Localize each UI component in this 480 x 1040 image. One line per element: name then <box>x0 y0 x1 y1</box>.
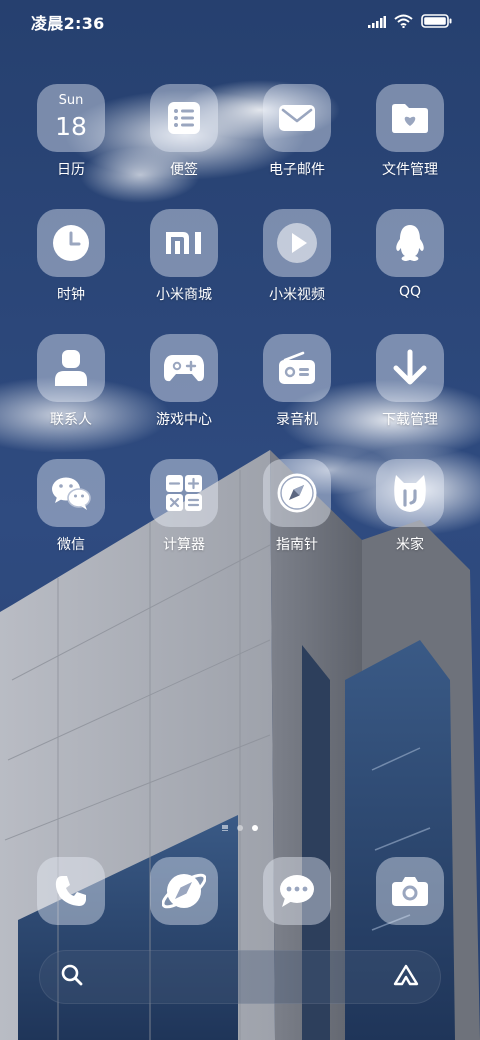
signal-icon <box>368 13 386 32</box>
page-indicator-lines <box>222 825 228 831</box>
radio-recorder-icon[interactable] <box>263 334 331 402</box>
calendar-day: Sun <box>58 93 84 108</box>
calendar-icon[interactable]: Sun 18 <box>37 84 105 152</box>
app-mijia[interactable]: 米家 <box>360 459 460 569</box>
app-label: 录音机 <box>276 412 318 428</box>
app-label: 计算器 <box>163 537 205 553</box>
status-bar: 凌晨2:36 <box>0 0 480 44</box>
app-label: 文件管理 <box>382 162 438 178</box>
folder-icon[interactable] <box>376 84 444 152</box>
clock-icon[interactable] <box>37 209 105 277</box>
app-label: 米家 <box>396 537 424 553</box>
play-icon[interactable] <box>263 209 331 277</box>
app-label: 微信 <box>57 537 85 553</box>
app-calculator[interactable]: 计算器 <box>134 459 234 569</box>
calendar-date: 18 <box>55 112 87 141</box>
compass-icon[interactable] <box>263 459 331 527</box>
app-recorder[interactable]: 录音机 <box>247 334 347 444</box>
battery-icon <box>421 13 452 32</box>
search-icon[interactable] <box>60 963 84 991</box>
messages-icon[interactable] <box>263 857 331 925</box>
app-label: 小米商城 <box>156 287 212 303</box>
download-arrow-icon[interactable] <box>376 334 444 402</box>
contact-person-icon[interactable] <box>37 334 105 402</box>
app-label: QQ <box>398 284 422 300</box>
app-file-manager[interactable]: 文件管理 <box>360 84 460 194</box>
app-label: 指南针 <box>276 537 318 553</box>
app-label: 游戏中心 <box>156 412 212 428</box>
page-indicator <box>0 825 480 831</box>
app-contacts[interactable]: 联系人 <box>21 334 121 444</box>
app-label: 日历 <box>57 162 85 178</box>
page-dot-active <box>252 825 258 831</box>
assistant-icon[interactable] <box>392 963 420 991</box>
status-time: 凌晨2:36 <box>31 14 105 33</box>
status-icons <box>368 13 452 32</box>
mijia-icon[interactable] <box>376 459 444 527</box>
phone-icon[interactable] <box>37 857 105 925</box>
calculator-icon[interactable] <box>150 459 218 527</box>
app-label: 电子邮件 <box>269 162 325 178</box>
app-download-manager[interactable]: 下载管理 <box>360 334 460 444</box>
app-mi-video[interactable]: 小米视频 <box>247 209 347 319</box>
wechat-icon[interactable] <box>37 459 105 527</box>
app-email[interactable]: 电子邮件 <box>247 84 347 194</box>
app-compass[interactable]: 指南针 <box>247 459 347 569</box>
notes-icon[interactable] <box>150 84 218 152</box>
app-wechat[interactable]: 微信 <box>21 459 121 569</box>
app-mi-store[interactable]: 小米商城 <box>134 209 234 319</box>
gamepad-icon[interactable] <box>150 334 218 402</box>
app-label: 便签 <box>170 162 198 178</box>
app-label: 时钟 <box>57 287 85 303</box>
app-game-center[interactable]: 游戏中心 <box>134 334 234 444</box>
page-dot <box>237 825 243 831</box>
app-label: 联系人 <box>50 412 92 428</box>
mi-logo-icon[interactable] <box>150 209 218 277</box>
app-qq[interactable]: QQ <box>360 209 460 319</box>
wifi-icon <box>394 13 413 32</box>
mail-icon[interactable] <box>263 84 331 152</box>
app-clock[interactable]: 时钟 <box>21 209 121 319</box>
app-label: 下载管理 <box>382 412 438 428</box>
app-notes[interactable]: 便签 <box>134 84 234 194</box>
app-label: 小米视频 <box>269 287 325 303</box>
qq-penguin-icon[interactable] <box>376 209 444 277</box>
search-bar[interactable] <box>39 950 441 1004</box>
browser-icon[interactable] <box>150 857 218 925</box>
app-calendar[interactable]: Sun 18 日历 <box>21 84 121 194</box>
camera-icon[interactable] <box>376 857 444 925</box>
